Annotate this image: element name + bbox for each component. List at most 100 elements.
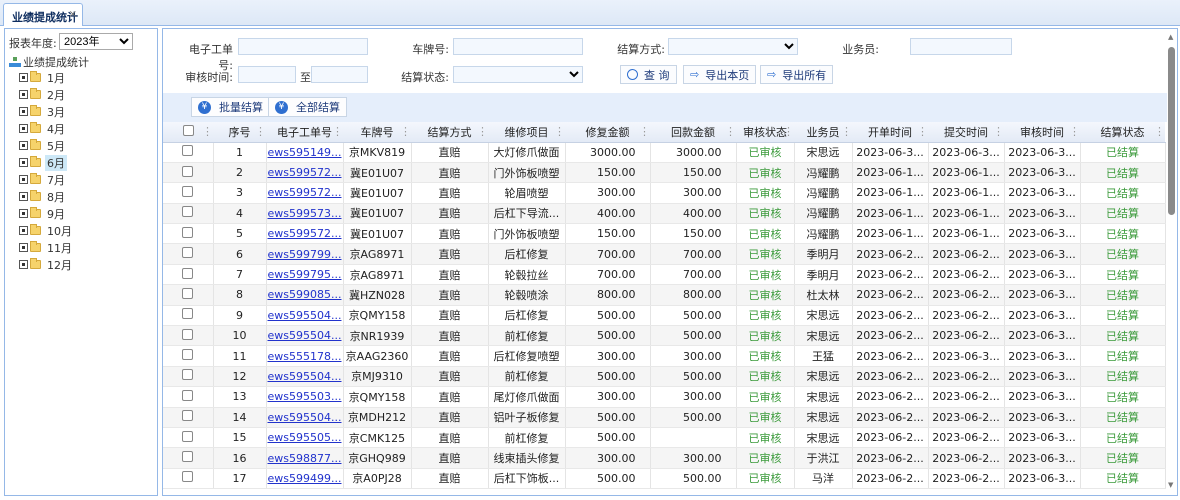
table-row[interactable]: 3 ews599572... 冀E01U07 直赔 轮眉喷塑 300.00 300.00 已审… (163, 182, 1166, 204)
tree-node-month[interactable]: 6月 (19, 154, 74, 171)
expand-icon[interactable] (19, 141, 28, 150)
row-checkbox-cell[interactable] (163, 142, 214, 163)
row-checkbox[interactable] (182, 145, 194, 157)
row-checkbox[interactable] (182, 206, 194, 218)
scroll-down-icon[interactable]: ▼ (1168, 481, 1173, 489)
table-row[interactable]: 11 ews555178... 京AAG2360 直赔 后杠修复喷塑 300.00 300.… (163, 345, 1166, 367)
row-checkbox[interactable] (182, 308, 194, 320)
column-header[interactable]: 业务员 (794, 122, 852, 143)
order-no-link[interactable]: ews599572... (266, 162, 344, 184)
row-checkbox-cell[interactable] (163, 468, 214, 490)
column-header[interactable]: 开单时间 (852, 122, 928, 143)
plate-input[interactable] (453, 38, 583, 55)
year-select[interactable]: 2023年 (59, 33, 133, 50)
order-no-link[interactable]: ews599572... (266, 223, 344, 245)
tab-performance-stats[interactable]: 业绩提成统计 × (3, 3, 83, 26)
tree-node-month[interactable]: 2月 (19, 86, 74, 103)
row-checkbox[interactable] (182, 410, 194, 422)
order-no-link[interactable]: ews595503... (266, 386, 344, 408)
row-checkbox-cell[interactable] (163, 203, 214, 225)
row-checkbox-cell[interactable] (163, 305, 214, 327)
expand-icon[interactable] (19, 226, 28, 235)
table-row[interactable]: 8 ews599085... 冀HZN028 直赔 轮毂喷涂 800.00 800.00 已审… (163, 284, 1166, 306)
tree-node-month[interactable]: 1月 (19, 69, 74, 86)
table-row[interactable]: 17 ews599499... 京A0PJ28 直赔 后杠下饰板... 500.00 500… (163, 468, 1166, 490)
order-no-link[interactable]: ews595505... (266, 427, 344, 449)
row-checkbox-cell[interactable] (163, 447, 214, 469)
order-no-link[interactable]: ews595504... (266, 407, 344, 428)
tree-node-month[interactable]: 10月 (19, 222, 74, 239)
table-row[interactable]: 13 ews595503... 京QMY158 直赔 尾灯修爪做面 300.00 300.0… (163, 386, 1166, 408)
expand-icon[interactable] (19, 192, 28, 201)
row-checkbox[interactable] (182, 369, 194, 381)
audit-from-input[interactable] (238, 66, 296, 83)
batch-settle-button[interactable]: ¥ 批量结算 (191, 97, 270, 117)
tree-node-month[interactable]: 4月 (19, 120, 74, 137)
expand-icon[interactable] (19, 209, 28, 218)
tree-node-month[interactable]: 5月 (19, 137, 74, 154)
export-page-button[interactable]: ⇨ 导出本页 (683, 65, 757, 84)
table-row[interactable]: 15 ews595505... 京CMK125 直赔 前杠修复 500.00 已审核 宋思远 2… (163, 427, 1166, 449)
settle-method-select[interactable] (668, 38, 798, 55)
tree-node-month[interactable]: 3月 (19, 103, 74, 120)
order-no-link[interactable]: ews599499... (266, 468, 344, 490)
settle-all-button[interactable]: ¥ 全部结算 (268, 97, 347, 117)
order-no-link[interactable]: ews599573... (266, 203, 344, 225)
table-row[interactable]: 1 ews595149... 京MKV819 直赔 大灯修爪做面 3000.00 3000.… (163, 142, 1166, 163)
table-row[interactable]: 16 ews598877... 京GHQ989 直赔 线束插头修复 300.00 300.0… (163, 447, 1166, 469)
table-row[interactable]: 5 ews599572... 冀E01U07 直赔 门外饰板喷塑 150.00 150.00… (163, 223, 1166, 245)
expand-icon[interactable] (19, 175, 28, 184)
row-checkbox-cell[interactable] (163, 427, 214, 449)
table-row[interactable]: 4 ews599573... 冀E01U07 直赔 后杠下导流... 400.00 400.… (163, 203, 1166, 225)
order-no-link[interactable]: ews595504... (266, 366, 344, 388)
scroll-up-icon[interactable]: ▲ (1168, 33, 1173, 41)
row-checkbox[interactable] (182, 185, 194, 197)
row-checkbox[interactable] (182, 328, 194, 340)
scroll-thumb[interactable] (1168, 47, 1175, 215)
row-checkbox[interactable] (182, 226, 194, 238)
order-no-link[interactable]: ews595149... (266, 142, 344, 163)
column-header[interactable]: 车牌号 (343, 122, 411, 143)
select-all-header[interactable] (163, 122, 213, 143)
column-header[interactable]: 结算状态 (1080, 122, 1165, 143)
row-checkbox[interactable] (182, 389, 194, 401)
column-header[interactable]: 电子工单号 (266, 122, 343, 143)
tree-node-month[interactable]: 7月 (19, 171, 74, 188)
expand-icon[interactable] (19, 73, 28, 82)
export-all-button[interactable]: ⇨ 导出所有 (760, 65, 834, 84)
column-header[interactable]: 提交时间 (928, 122, 1004, 143)
row-checkbox[interactable] (182, 287, 194, 299)
expand-icon[interactable] (19, 243, 28, 252)
expand-icon[interactable] (19, 107, 28, 116)
column-header[interactable]: 审核时间 (1004, 122, 1080, 143)
row-checkbox-cell[interactable] (163, 386, 214, 408)
row-checkbox-cell[interactable] (163, 162, 214, 184)
table-row[interactable]: 12 ews595504... 京MJ9310 直赔 前杠修复 500.00 500.00 已… (163, 366, 1166, 388)
select-all-checkbox[interactable] (182, 124, 194, 136)
close-icon[interactable]: × (69, 9, 77, 20)
order-no-link[interactable]: ews555178... (266, 345, 344, 367)
column-header[interactable]: 结算方式 (411, 122, 488, 143)
row-checkbox[interactable] (182, 451, 194, 463)
expand-icon[interactable] (19, 124, 28, 133)
column-header[interactable]: 修复金额 (565, 122, 650, 143)
tree-node-month[interactable]: 8月 (19, 188, 74, 205)
row-checkbox[interactable] (182, 247, 194, 259)
audit-to-input[interactable] (311, 66, 368, 83)
row-checkbox[interactable] (182, 349, 194, 361)
row-checkbox[interactable] (182, 430, 194, 442)
column-header[interactable]: 维修项目 (488, 122, 565, 143)
row-checkbox-cell[interactable] (163, 407, 214, 428)
table-row[interactable]: 9 ews595504... 京QMY158 直赔 后杠修复 500.00 500.00 已审… (163, 305, 1166, 327)
order-no-input[interactable] (238, 38, 368, 55)
expand-icon[interactable] (19, 260, 28, 269)
row-checkbox-cell[interactable] (163, 182, 214, 204)
order-no-link[interactable]: ews595504... (266, 305, 344, 327)
order-no-link[interactable]: ews599799... (266, 243, 344, 265)
staff-input[interactable] (910, 38, 1012, 55)
row-checkbox[interactable] (182, 165, 194, 177)
vertical-scrollbar[interactable]: ▲ ▼ (1165, 29, 1177, 495)
row-checkbox-cell[interactable] (163, 243, 214, 265)
order-no-link[interactable]: ews599085... (266, 284, 344, 306)
row-checkbox-cell[interactable] (163, 284, 214, 306)
